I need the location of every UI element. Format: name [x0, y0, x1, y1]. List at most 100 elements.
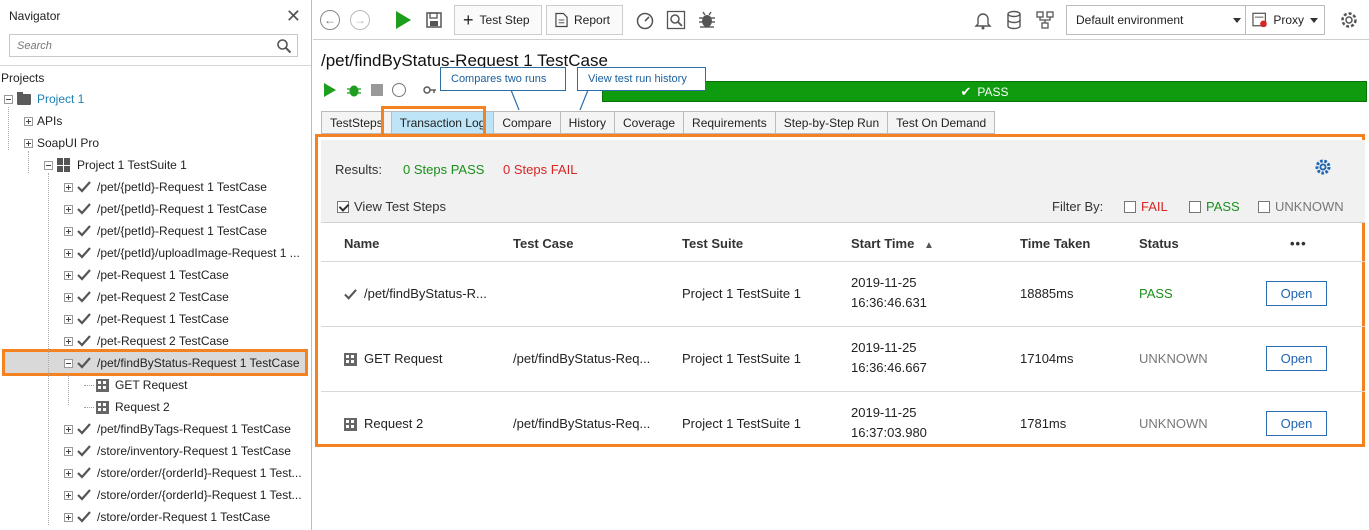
tree-item[interactable]: /store/order/{orderId}-Request 1 Test...	[64, 484, 302, 506]
tree-item[interactable]: GET Request	[84, 374, 187, 396]
run-testcase-icon[interactable]	[324, 83, 336, 97]
tree-item[interactable]: /pet-Request 1 TestCase	[64, 308, 229, 330]
save-icon[interactable]	[424, 10, 444, 30]
tree-item[interactable]: /pet/{petId}-Request 1 TestCase	[64, 220, 267, 242]
expand-icon[interactable]	[64, 446, 73, 456]
filter-unknown-checkbox[interactable]: UNKNOWN	[1258, 199, 1344, 214]
expand-icon[interactable]	[64, 512, 73, 522]
view-test-steps-checkbox[interactable]: View Test Steps	[337, 199, 446, 214]
expand-icon[interactable]	[24, 116, 33, 126]
checkbox-checked-icon[interactable]	[337, 200, 349, 213]
active-tab-highlight	[381, 106, 486, 137]
tree-item[interactable]: Request 2	[84, 396, 170, 418]
close-icon[interactable]: ✕	[286, 7, 301, 25]
tree-item[interactable]: SoapUI Pro	[24, 132, 99, 154]
bug-icon[interactable]	[697, 10, 717, 30]
tab-compare[interactable]: Compare	[493, 111, 560, 134]
expand-icon[interactable]	[64, 314, 73, 324]
add-test-step-button[interactable]: + Test Step	[454, 5, 542, 35]
proxy-button[interactable]: Proxy	[1245, 5, 1325, 35]
expand-icon[interactable]	[64, 490, 73, 500]
transaction-log-panel: Results: 0 Steps PASS 0 Steps FAIL View …	[315, 134, 1365, 447]
projects-label: Projects	[1, 71, 45, 85]
table-row[interactable]: /pet/findByStatus-R... Project 1 TestSuit…	[321, 261, 1365, 326]
open-button[interactable]: Open	[1266, 281, 1327, 306]
settings-gear-icon[interactable]	[1314, 158, 1332, 176]
mock-service-icon[interactable]	[1035, 10, 1055, 30]
tree-item[interactable]: /store/order/{orderId}-Request 1 Test...	[64, 462, 302, 484]
cell-name: Request 2	[364, 416, 424, 431]
search-icon[interactable]	[276, 38, 292, 54]
tree-item[interactable]: /store/order-Request 1 TestCase	[64, 506, 270, 528]
tab-test-on-demand[interactable]: Test On Demand	[887, 111, 996, 134]
tab-coverage[interactable]: Coverage	[614, 111, 684, 134]
tree-item[interactable]: Project 1 TestSuite 1	[44, 154, 187, 176]
expand-icon[interactable]	[64, 468, 73, 478]
security-scan-icon[interactable]	[666, 10, 686, 30]
tree-item[interactable]: Project 1	[4, 88, 84, 110]
checkbox-icon[interactable]	[1258, 200, 1270, 213]
column-header-name[interactable]: Name	[344, 236, 379, 251]
expand-icon[interactable]	[64, 336, 73, 346]
expand-icon[interactable]	[64, 292, 73, 302]
run-icon[interactable]	[393, 10, 413, 30]
table-row[interactable]: Request 2/pet/findByStatus-Req... Project…	[321, 391, 1365, 456]
tab-step-by-step-run[interactable]: Step-by-Step Run	[774, 111, 888, 134]
filter-pass-checkbox[interactable]: PASS	[1189, 199, 1240, 214]
filter-fail-checkbox[interactable]: FAIL	[1124, 199, 1168, 214]
open-button[interactable]: Open	[1266, 346, 1327, 371]
tree-item[interactable]: /pet/{petId}/uploadImage-Request 1 ...	[64, 242, 300, 264]
navigator-search[interactable]	[9, 34, 298, 57]
check-icon	[77, 511, 91, 523]
tree-item[interactable]: /pet/{petId}-Request 1 TestCase	[64, 176, 267, 198]
expand-icon[interactable]	[64, 204, 73, 214]
steps-fail-count: 0 Steps FAIL	[503, 162, 578, 177]
column-header-start-time[interactable]: Start Time ▲	[851, 236, 934, 251]
tree-item[interactable]: /pet/{petId}-Request 1 TestCase	[64, 198, 267, 220]
report-label: Report	[574, 13, 611, 27]
tree-item[interactable]: /store/inventory-Request 1 TestCase	[64, 440, 291, 462]
collapse-icon[interactable]	[64, 358, 73, 368]
collapse-icon[interactable]	[44, 160, 53, 170]
column-header-status[interactable]: Status	[1139, 236, 1179, 251]
tab-history[interactable]: History	[559, 111, 615, 134]
filter-unknown-label: UNKNOWN	[1275, 199, 1344, 214]
checkbox-icon[interactable]	[1189, 200, 1201, 213]
gear-icon[interactable]	[1339, 10, 1359, 30]
database-icon[interactable]	[1004, 10, 1024, 30]
report-button[interactable]: Report	[546, 5, 623, 35]
expand-icon[interactable]	[64, 424, 73, 434]
loop-icon[interactable]	[392, 83, 406, 97]
expand-icon[interactable]	[64, 248, 73, 258]
checkbox-icon[interactable]	[1124, 200, 1136, 213]
expand-icon[interactable]	[64, 226, 73, 236]
tree-item[interactable]: /pet-Request 2 TestCase	[64, 286, 229, 308]
tree-item[interactable]: /pet-Request 2 TestCase	[64, 330, 229, 352]
tree-item[interactable]: /pet-Request 1 TestCase	[64, 264, 229, 286]
column-header-test-suite[interactable]: Test Suite	[682, 236, 743, 251]
tab-requirements[interactable]: Requirements	[683, 111, 775, 134]
column-header-test-case[interactable]: Test Case	[513, 236, 573, 251]
expand-icon[interactable]	[24, 138, 33, 148]
tree-guide-line	[48, 173, 49, 525]
forward-icon[interactable]: →	[350, 10, 370, 30]
back-icon[interactable]: ←	[320, 10, 340, 30]
tree-item[interactable]: /pet/findByTags-Request 1 TestCase	[64, 418, 291, 440]
notifications-bell-icon[interactable]	[973, 10, 993, 30]
expand-icon[interactable]	[64, 182, 73, 192]
expand-icon[interactable]	[64, 270, 73, 280]
column-menu-icon[interactable]: •••	[1290, 236, 1307, 251]
load-test-icon[interactable]	[635, 10, 655, 30]
debug-icon[interactable]	[346, 82, 362, 98]
tree-item[interactable]: /pet/findByStatus-Request 1 TestCase	[64, 352, 300, 374]
search-input[interactable]	[10, 35, 265, 56]
open-button[interactable]: Open	[1266, 411, 1327, 436]
column-header-time-taken[interactable]: Time Taken	[1020, 236, 1090, 251]
key-icon[interactable]	[423, 84, 437, 96]
folder-icon	[17, 91, 31, 105]
table-row[interactable]: GET Request/pet/findByStatus-Req... Proje…	[321, 326, 1365, 391]
collapse-icon[interactable]	[4, 94, 13, 104]
environment-select[interactable]: Default environment	[1066, 5, 1251, 35]
stop-icon[interactable]	[371, 84, 383, 96]
tree-item[interactable]: APIs	[24, 110, 62, 132]
